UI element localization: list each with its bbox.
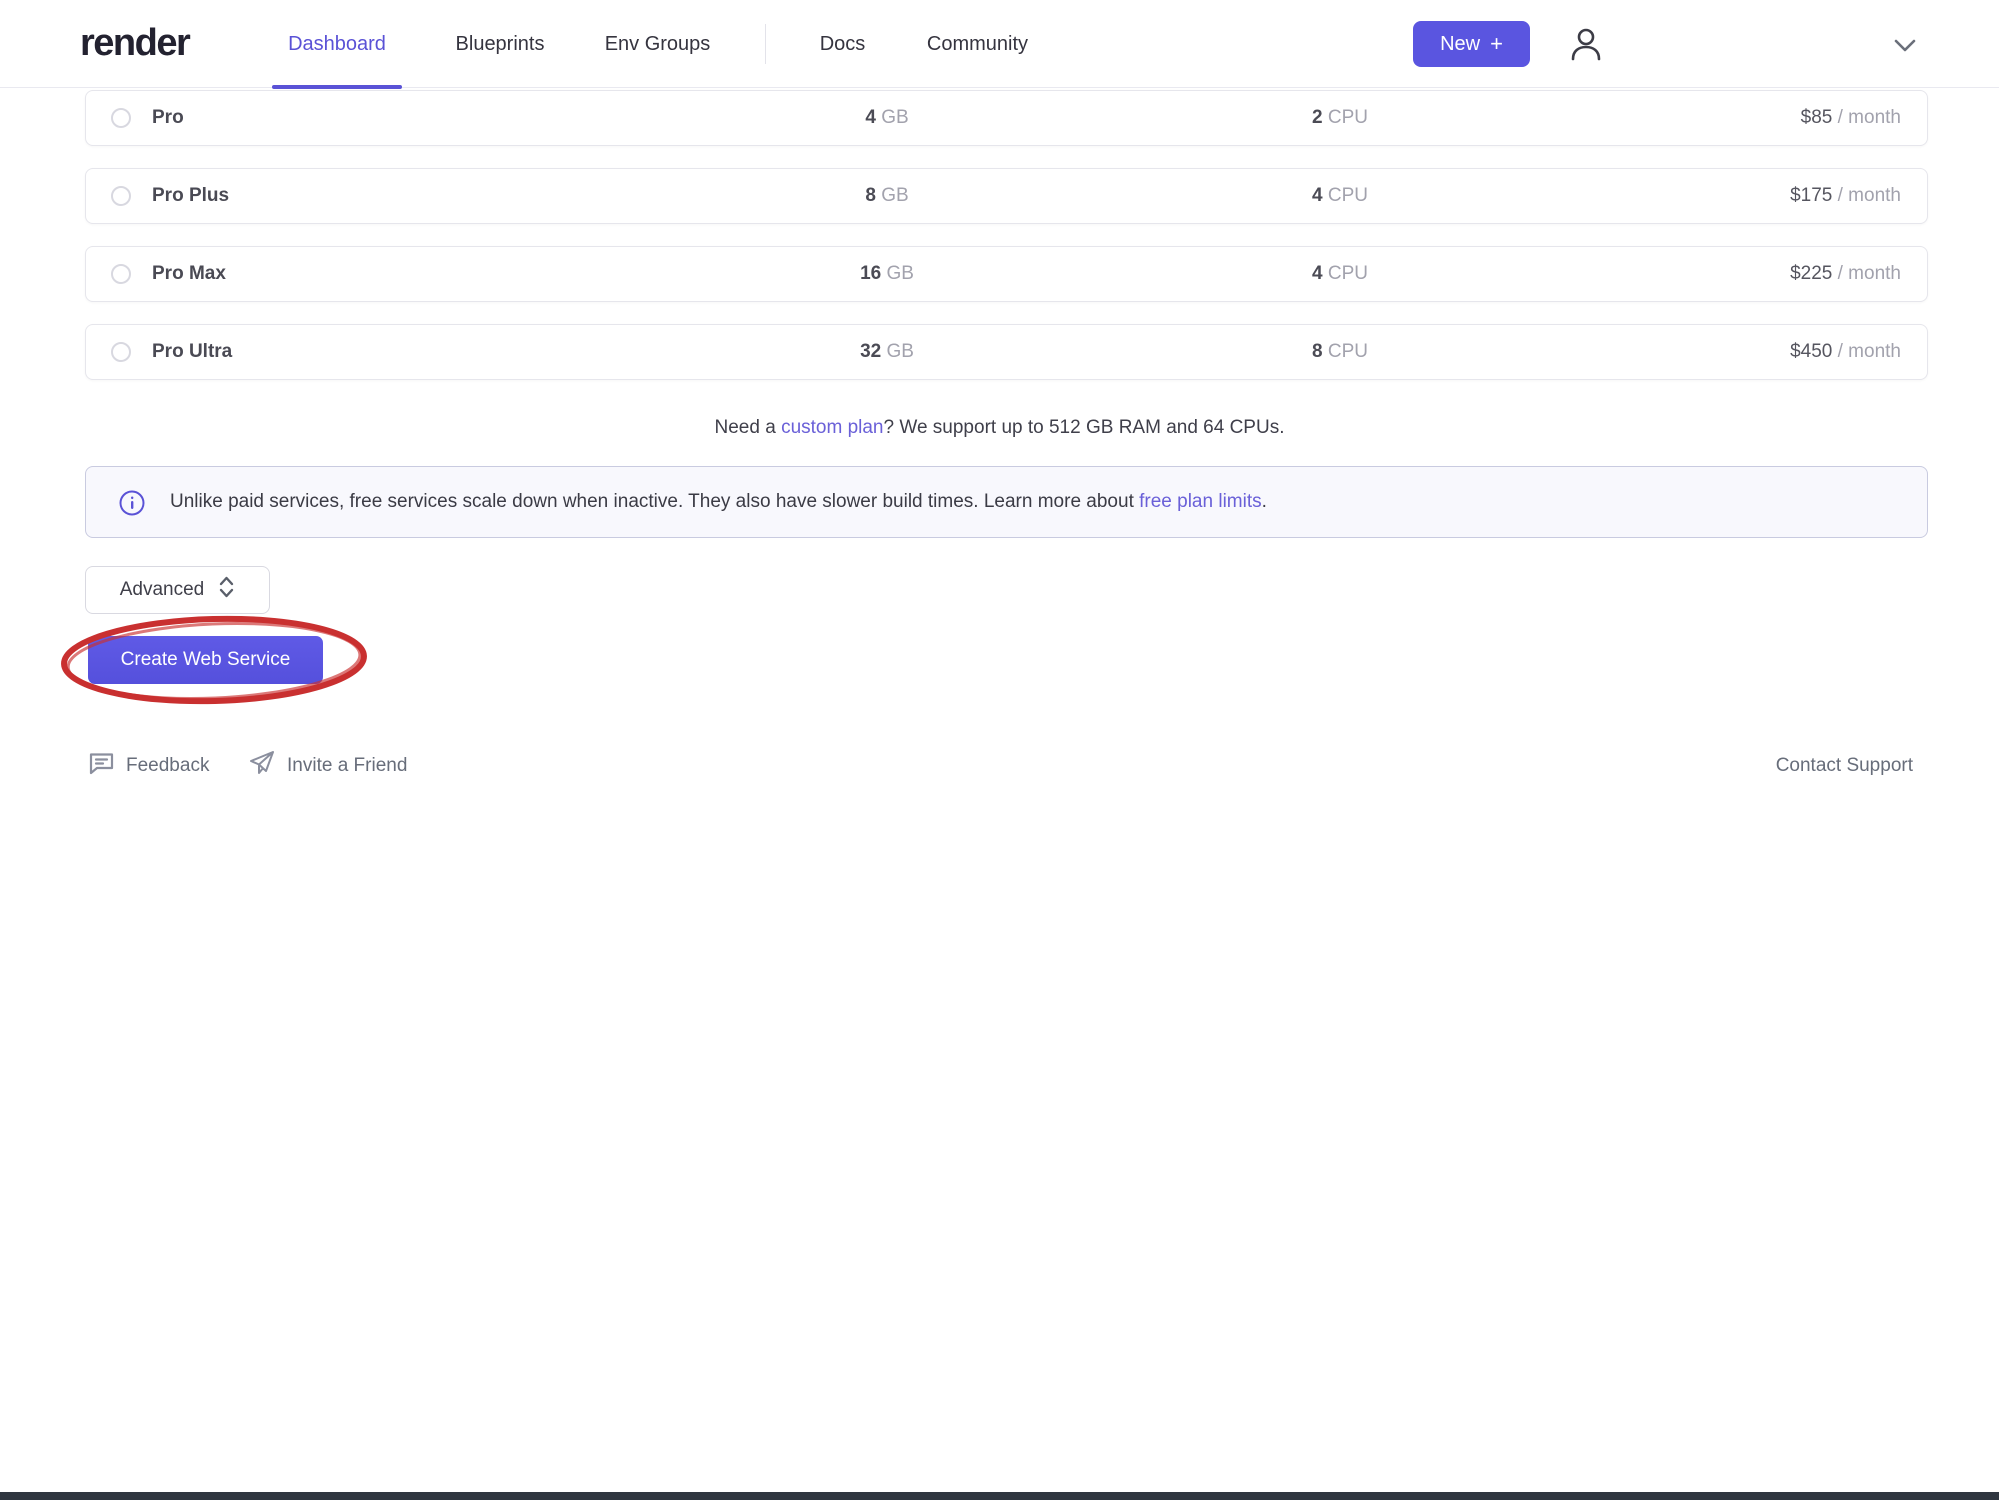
- paper-plane-icon: [248, 750, 276, 782]
- cpu-unit: CPU: [1328, 185, 1368, 206]
- custom-plan-line: Need a custom plan? We support up to 512…: [0, 417, 1999, 439]
- advanced-label: Advanced: [120, 579, 205, 601]
- radio-button[interactable]: [111, 342, 131, 362]
- custom-plan-prefix: Need a: [715, 417, 782, 438]
- tab-docs[interactable]: Docs: [810, 0, 875, 88]
- banner-text: Unlike paid services, free services scal…: [170, 491, 1267, 513]
- contact-support-link[interactable]: Contact Support: [1776, 755, 1913, 777]
- plan-ram: 8 GB: [787, 185, 987, 207]
- free-plan-info-banner: Unlike paid services, free services scal…: [85, 466, 1928, 538]
- price-amount: $175: [1790, 185, 1832, 206]
- account-menu-button[interactable]: [1566, 24, 1606, 64]
- plan-price: $175 / month: [1790, 185, 1901, 207]
- invite-friend-label: Invite a Friend: [287, 755, 407, 777]
- cpu-unit: CPU: [1328, 263, 1368, 284]
- banner-text-before: Unlike paid services, free services scal…: [170, 491, 1139, 512]
- radio-button[interactable]: [111, 186, 131, 206]
- tab-docs-label: Docs: [820, 33, 866, 56]
- plan-row-pro-max[interactable]: Pro Max 16 GB 4 CPU $225 / month: [85, 246, 1928, 302]
- nav-divider: [765, 24, 766, 64]
- cpu-value: 8: [1312, 341, 1323, 362]
- plan-price: $225 / month: [1790, 263, 1901, 285]
- plan-ram: 32 GB: [787, 341, 987, 363]
- bottom-edge-bar: [0, 1492, 1999, 1500]
- price-amount: $450: [1790, 341, 1832, 362]
- plan-cpu: 2 CPU: [1240, 107, 1440, 129]
- tab-dashboard[interactable]: Dashboard: [272, 0, 402, 88]
- banner-text-after: .: [1262, 491, 1267, 512]
- ram-value: 32: [860, 341, 881, 362]
- tab-blueprints[interactable]: Blueprints: [445, 0, 555, 88]
- chevron-down-icon[interactable]: [1890, 36, 1920, 56]
- custom-plan-suffix: ? We support up to 512 GB RAM and 64 CPU…: [884, 417, 1285, 438]
- plus-icon: +: [1490, 33, 1503, 55]
- advanced-toggle-button[interactable]: Advanced: [85, 566, 270, 614]
- info-icon: [119, 490, 145, 516]
- plan-name: Pro Max: [152, 263, 226, 285]
- ram-unit: GB: [886, 263, 913, 284]
- plan-cpu: 4 CPU: [1240, 185, 1440, 207]
- plan-cpu: 8 CPU: [1240, 341, 1440, 363]
- tab-community-label: Community: [927, 33, 1028, 56]
- price-period: / month: [1838, 263, 1901, 284]
- feedback-button[interactable]: Feedback: [88, 750, 209, 782]
- expand-collapse-icon: [218, 575, 235, 605]
- new-button[interactable]: New +: [1413, 21, 1530, 67]
- person-icon: [1566, 52, 1606, 67]
- cpu-unit: CPU: [1328, 107, 1368, 128]
- plan-ram: 16 GB: [787, 263, 987, 285]
- price-period: / month: [1838, 107, 1901, 128]
- plan-ram: 4 GB: [787, 107, 987, 129]
- plan-price: $450 / month: [1790, 341, 1901, 363]
- feedback-icon: [88, 750, 115, 782]
- ram-unit: GB: [886, 341, 913, 362]
- price-amount: $225: [1790, 263, 1832, 284]
- feedback-label: Feedback: [126, 755, 209, 777]
- plan-row-pro[interactable]: Pro 4 GB 2 CPU $85 / month: [85, 90, 1928, 146]
- page: render Dashboard Blueprints Env Groups D…: [0, 0, 1999, 1500]
- tab-env-groups[interactable]: Env Groups: [595, 0, 720, 88]
- cpu-value: 4: [1312, 185, 1323, 206]
- cpu-value: 2: [1312, 107, 1323, 128]
- cpu-unit: CPU: [1328, 341, 1368, 362]
- ram-value: 8: [865, 185, 876, 206]
- plan-price: $85 / month: [1801, 107, 1901, 129]
- plan-cpu: 4 CPU: [1240, 263, 1440, 285]
- tab-env-groups-label: Env Groups: [605, 33, 711, 56]
- plan-name: Pro Ultra: [152, 341, 232, 363]
- ram-value: 16: [860, 263, 881, 284]
- price-period: / month: [1838, 341, 1901, 362]
- custom-plan-link[interactable]: custom plan: [781, 417, 883, 438]
- plan-name: Pro Plus: [152, 185, 229, 207]
- new-button-label: New: [1440, 33, 1480, 56]
- price-amount: $85: [1801, 107, 1833, 128]
- radio-button[interactable]: [111, 264, 131, 284]
- plan-row-pro-plus[interactable]: Pro Plus 8 GB 4 CPU $175 / month: [85, 168, 1928, 224]
- plan-row-pro-ultra[interactable]: Pro Ultra 32 GB 8 CPU $450 / month: [85, 324, 1928, 380]
- ram-unit: GB: [881, 185, 908, 206]
- plan-name: Pro: [152, 107, 184, 129]
- tab-dashboard-label: Dashboard: [288, 33, 386, 56]
- ram-value: 4: [865, 107, 876, 128]
- cpu-value: 4: [1312, 263, 1323, 284]
- free-plan-limits-link[interactable]: free plan limits: [1139, 491, 1262, 512]
- price-period: / month: [1838, 185, 1901, 206]
- top-nav: render Dashboard Blueprints Env Groups D…: [0, 0, 1999, 88]
- render-logo[interactable]: render: [80, 22, 189, 65]
- tab-community[interactable]: Community: [915, 0, 1040, 88]
- invite-friend-button[interactable]: Invite a Friend: [248, 750, 407, 782]
- tab-blueprints-label: Blueprints: [456, 33, 545, 56]
- ram-unit: GB: [881, 107, 908, 128]
- create-web-service-button[interactable]: Create Web Service: [88, 636, 323, 684]
- radio-button[interactable]: [111, 108, 131, 128]
